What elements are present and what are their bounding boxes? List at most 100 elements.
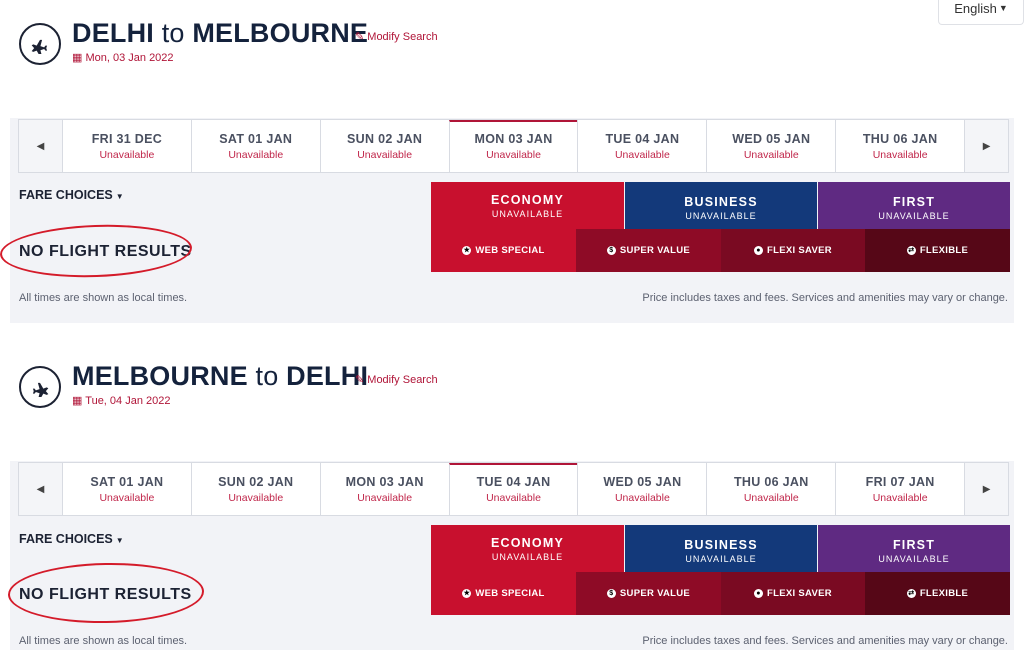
route-connector: to <box>255 361 279 391</box>
cabin-name: BUSINESS <box>684 538 758 552</box>
fare-choices-toggle[interactable]: FARE CHOICES ▼ <box>19 532 124 546</box>
travel-date-label: Mon, 03 Jan 2022 <box>85 52 174 64</box>
date-label: WED 05 JAN <box>603 475 682 489</box>
cabin-name: ECONOMY <box>491 536 564 550</box>
swap-icon: ⇄ <box>906 589 916 598</box>
fare-label: FLEXI SAVER <box>767 245 832 256</box>
date-label: SUN 02 JAN <box>347 132 423 146</box>
fare-types: ★ WEB SPECIAL $ SUPER VALUE ● FLEXI SAVER ⇄… <box>431 229 1010 272</box>
date-tab[interactable]: THU 06 JAN Unavailable <box>706 463 835 515</box>
travel-date: ▦ Mon, 03 Jan 2022 <box>72 51 174 64</box>
chevron-right-icon: ▶ <box>982 483 991 495</box>
cabin-business[interactable]: BUSINESS UNAVAILABLE <box>625 182 817 229</box>
travel-date: ▦ Tue, 04 Jan 2022 <box>72 394 170 407</box>
date-label: WED 05 JAN <box>732 132 811 146</box>
calendar-icon: ▦ <box>72 52 83 64</box>
date-tab[interactable]: SAT 01 JAN Unavailable <box>61 463 191 515</box>
fare-flexi-saver[interactable]: ● FLEXI SAVER <box>721 229 865 272</box>
chevron-left-icon: ◀ <box>36 140 45 152</box>
previous-dates-button[interactable]: ◀ <box>19 463 62 515</box>
next-dates-button[interactable]: ▶ <box>964 120 1009 172</box>
date-status: Unavailable <box>228 149 284 161</box>
plane-arrival-icon <box>19 366 61 408</box>
fare-label: SUPER VALUE <box>619 245 691 256</box>
fare-label: FLEXIBLE <box>919 245 969 256</box>
date-label: FRI 07 JAN <box>865 475 935 489</box>
cabin-status: UNAVAILABLE <box>685 211 757 221</box>
language-label: English <box>954 0 997 16</box>
next-dates-button[interactable]: ▶ <box>964 463 1009 515</box>
date-tab[interactable]: WED 05 JAN Unavailable <box>706 120 835 172</box>
fare-choices-label: FARE CHOICES <box>19 532 113 546</box>
cabin-status: UNAVAILABLE <box>491 552 564 562</box>
date-status: Unavailable <box>228 492 284 504</box>
date-tab[interactable]: SUN 02 JAN Unavailable <box>190 463 320 515</box>
date-status: Unavailable <box>743 492 799 504</box>
date-tab[interactable]: FRI 31 DEC Unavailable <box>61 120 191 172</box>
cabin-name: FIRST <box>892 538 936 552</box>
fare-super-value[interactable]: $ SUPER VALUE <box>576 572 721 615</box>
calendar-icon: ▦ <box>72 395 83 407</box>
modify-search-label: Modify Search <box>367 374 438 386</box>
date-tab-selected[interactable]: MON 03 JAN Unavailable <box>448 120 578 172</box>
date-tab-selected[interactable]: TUE 04 JAN Unavailable <box>448 463 578 515</box>
date-label: FRI 31 DEC <box>91 132 163 146</box>
date-label: SAT 01 JAN <box>219 132 293 146</box>
pencil-icon: ✎ <box>355 31 365 43</box>
route-destination: MELBOURNE <box>192 18 369 48</box>
cabin-status: UNAVAILABLE <box>491 209 564 219</box>
cabin-economy[interactable]: ECONOMY UNAVAILABLE <box>431 525 624 572</box>
date-tab[interactable]: FRI 07 JAN Unavailable <box>835 463 964 515</box>
date-status: Unavailable <box>614 492 670 504</box>
plane-departure-icon <box>19 23 61 65</box>
date-tab[interactable]: SUN 02 JAN Unavailable <box>319 120 449 172</box>
fare-label: WEB SPECIAL <box>475 588 545 599</box>
dollar-icon: $ <box>606 589 616 598</box>
cabin-business[interactable]: BUSINESS UNAVAILABLE <box>625 525 817 572</box>
globe-icon: ● <box>754 589 764 598</box>
date-status: Unavailable <box>614 149 670 161</box>
fare-label: FLEXIBLE <box>919 588 969 599</box>
dollar-icon: $ <box>606 246 616 255</box>
fare-web-special[interactable]: ★ WEB SPECIAL <box>431 229 576 272</box>
cabin-economy[interactable]: ECONOMY UNAVAILABLE <box>431 182 624 229</box>
date-tab[interactable]: MON 03 JAN Unavailable <box>319 463 449 515</box>
fare-label: SUPER VALUE <box>619 588 691 599</box>
cabin-first[interactable]: FIRST UNAVAILABLE <box>818 182 1010 229</box>
date-label: SAT 01 JAN <box>90 475 164 489</box>
fare-web-special[interactable]: ★ WEB SPECIAL <box>431 572 576 615</box>
modify-search-link[interactable]: ✎ Modify Search <box>355 373 438 386</box>
date-tab[interactable]: THU 06 JAN Unavailable <box>835 120 964 172</box>
modify-search-link[interactable]: ✎ Modify Search <box>355 30 438 43</box>
fare-label: WEB SPECIAL <box>475 245 545 256</box>
date-status: Unavailable <box>99 492 155 504</box>
award-icon: ★ <box>462 589 472 598</box>
caret-down-icon: ▼ <box>115 536 124 545</box>
route-title: MELBOURNE to DELHI <box>72 361 368 392</box>
previous-dates-button[interactable]: ◀ <box>19 120 62 172</box>
route-title: DELHI to MELBOURNE <box>72 18 368 49</box>
cabin-first[interactable]: FIRST UNAVAILABLE <box>818 525 1010 572</box>
cabin-table: ECONOMY UNAVAILABLE BUSINESS UNAVAILABLE F… <box>431 182 1010 272</box>
date-status: Unavailable <box>99 149 155 161</box>
fare-flexible[interactable]: ⇄ FLEXIBLE <box>865 572 1010 615</box>
fare-super-value[interactable]: $ SUPER VALUE <box>576 229 721 272</box>
fare-flexi-saver[interactable]: ● FLEXI SAVER <box>721 572 865 615</box>
fare-flexible[interactable]: ⇄ FLEXIBLE <box>865 229 1010 272</box>
language-selector[interactable]: English ▼ <box>938 0 1024 25</box>
date-tab[interactable]: SAT 01 JAN Unavailable <box>190 120 320 172</box>
fare-choices-toggle[interactable]: FARE CHOICES ▼ <box>19 188 124 202</box>
cabin-status: UNAVAILABLE <box>878 554 950 564</box>
price-note: Price includes taxes and fees. Services … <box>642 292 1008 304</box>
date-carousel: ◀ FRI 31 DEC Unavailable SAT 01 JAN Unavai… <box>18 119 1009 173</box>
cabin-status: UNAVAILABLE <box>685 554 757 564</box>
award-icon: ★ <box>462 246 472 255</box>
date-tab[interactable]: WED 05 JAN Unavailable <box>577 463 706 515</box>
cabin-status: UNAVAILABLE <box>878 211 950 221</box>
date-tab[interactable]: TUE 04 JAN Unavailable <box>577 120 706 172</box>
date-status: Unavailable <box>357 149 413 161</box>
swap-icon: ⇄ <box>906 246 916 255</box>
pencil-icon: ✎ <box>355 374 365 386</box>
fare-types: ★ WEB SPECIAL $ SUPER VALUE ● FLEXI SAVER ⇄… <box>431 572 1010 615</box>
chevron-down-icon: ▼ <box>998 3 1008 13</box>
